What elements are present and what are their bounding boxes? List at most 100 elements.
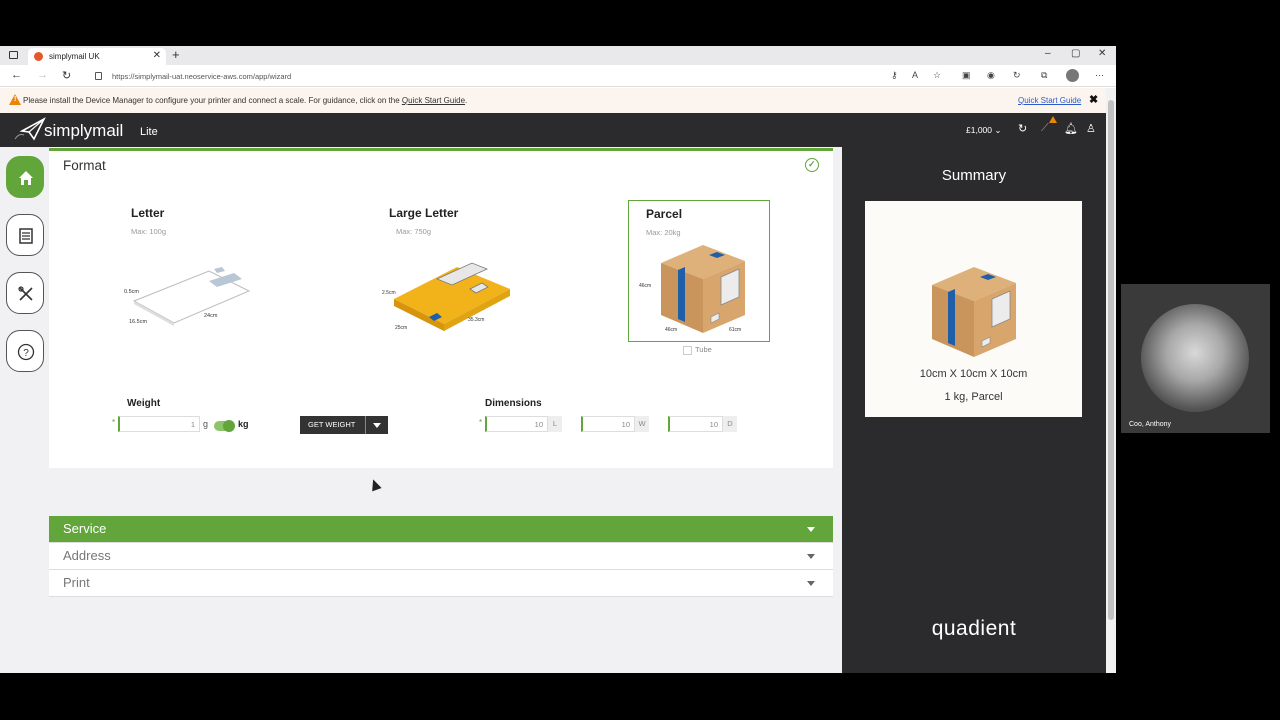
summary-weight-format: 1 kg, Parcel — [944, 391, 1003, 403]
favicon-icon — [34, 52, 43, 61]
address-bar: ← → ↻ https://simplymail-uat.neoservice-… — [0, 65, 1116, 87]
help-icon: ? — [17, 343, 35, 361]
device-manager-banner: ! Please install the Device Manager to c… — [0, 88, 1106, 113]
logo-suffix: Lite — [140, 126, 158, 138]
format-option-parcel[interactable]: Parcel Max: 20kg 46cm 46cm 61cm — [628, 200, 770, 342]
letter-illustration-icon: 0.5cm 24cm 16.5cm — [124, 267, 251, 326]
refresh-icon[interactable]: ↻ — [1018, 122, 1027, 135]
weight-value: 1 — [190, 420, 195, 429]
balance-dropdown[interactable]: £1,000 ⌄ — [966, 125, 1002, 136]
parcel-dim-height: 46cm — [639, 283, 651, 289]
tools-icon — [18, 286, 33, 301]
large-letter-name: Large Letter — [389, 206, 459, 220]
width-input[interactable]: 10 — [581, 416, 635, 432]
key-icon[interactable]: ⚷ — [891, 70, 898, 81]
back-icon[interactable]: ← — [11, 69, 22, 81]
collections-icon[interactable]: ⧉ — [1041, 70, 1047, 81]
quadient-logo: quadient — [931, 617, 1017, 640]
sidebar-help-button[interactable]: ? — [6, 330, 44, 372]
get-weight-dropdown-icon[interactable] — [365, 416, 388, 434]
banner-close-button[interactable]: ✖ — [1089, 93, 1098, 106]
refresh-extension-icon[interactable]: ↻ — [1013, 70, 1021, 81]
print-expand-icon — [807, 581, 815, 586]
tube-checkbox[interactable]: Tube — [683, 345, 712, 355]
logo-wordmark: simplymail — [44, 121, 124, 140]
page-scrollbar[interactable] — [1106, 88, 1116, 673]
paper-plane-icon — [14, 117, 46, 141]
warning-icon: ! — [9, 94, 21, 105]
user-account-icon[interactable]: ♙ — [1086, 122, 1096, 135]
printer-status-icon[interactable]: ⟋ — [1041, 122, 1049, 135]
sidebar-history-button[interactable] — [6, 214, 44, 256]
depth-input[interactable]: 10 — [668, 416, 723, 432]
sidebar-tools-button[interactable] — [6, 272, 44, 314]
screen: simplymail UK ✕ + – ▢ ✕ ← → ↻ https://si… — [0, 0, 1280, 720]
service-expand-icon — [807, 527, 815, 532]
home-icon — [19, 171, 33, 185]
large-letter-dim-width: 25cm — [395, 325, 407, 331]
print-section-header[interactable]: Print — [49, 570, 833, 597]
large-letter-dim-height: 2.5cm — [382, 290, 396, 296]
read-aloud-icon[interactable]: A — [912, 70, 918, 80]
url-field[interactable]: https://simplymail-uat.neoservice-aws.co… — [88, 68, 888, 84]
parcel-dim-width: 46cm — [665, 327, 677, 333]
length-unit: L — [548, 416, 562, 432]
letter-dim-length: 24cm — [204, 313, 218, 319]
webcam-participant-name: Coo, Anthony — [1129, 421, 1172, 428]
get-weight-button[interactable]: GET WEIGHT — [300, 416, 388, 434]
scrollbar-thumb[interactable] — [1108, 100, 1114, 620]
quick-start-guide-link[interactable]: Quick Start Guide — [1018, 96, 1081, 105]
extension-icon-2[interactable]: ◉ — [987, 70, 995, 81]
summary-parcel-icon — [932, 267, 1016, 357]
length-input[interactable]: 10 — [485, 416, 548, 432]
more-icon[interactable]: ⋯ — [1095, 70, 1104, 81]
new-tab-button[interactable]: + — [172, 47, 180, 62]
weight-input[interactable]: 1 — [118, 416, 200, 432]
address-title: Address — [63, 548, 111, 563]
format-option-large-letter[interactable]: Large Letter Max: 750g 2.5cm 35.3cm 25cm — [379, 201, 519, 341]
format-title: Format — [63, 158, 106, 173]
banner-guide-link[interactable]: Quick Start Guide — [402, 96, 465, 105]
close-window-button[interactable]: ✕ — [1098, 48, 1106, 59]
app-header: simplymail Lite £1,000 ⌄ ↻ ⟋ 🔔︎ ♙ — [0, 113, 1106, 147]
forward-icon[interactable]: → — [37, 69, 48, 81]
service-section-header[interactable]: Service — [49, 516, 833, 543]
banner-message: Please install the Device Manager to con… — [23, 96, 467, 105]
sidebar-home-button[interactable] — [6, 156, 44, 198]
letter-dim-width: 16.5cm — [129, 319, 147, 325]
profile-avatar[interactable] — [1066, 69, 1079, 82]
large-letter-max: Max: 750g — [396, 227, 432, 236]
browser-tab[interactable]: simplymail UK ✕ — [28, 48, 166, 65]
simplymail-logo[interactable]: simplymail Lite — [14, 117, 158, 143]
url-text: https://simplymail-uat.neoservice-aws.co… — [112, 72, 292, 81]
minimize-button[interactable]: – — [1045, 48, 1051, 59]
large-letter-dim-length: 35.3cm — [468, 317, 484, 323]
notification-bell-icon[interactable]: 🔔︎ — [1064, 122, 1078, 135]
weight-label: Weight — [127, 398, 161, 409]
tab-title: simplymail UK — [49, 52, 100, 61]
window-menu-icon[interactable] — [9, 51, 18, 59]
extension-icon[interactable]: ▣ — [962, 70, 971, 81]
large-letter-illustration-icon: 2.5cm 35.3cm 25cm — [382, 262, 510, 331]
favorite-icon[interactable]: ☆ — [933, 70, 941, 81]
width-unit: W — [635, 416, 649, 432]
weight-unit-g: g — [203, 419, 209, 429]
alert-badge-icon — [1049, 116, 1057, 123]
format-section: Format ✓ Letter Max: 100g 0.5cm 24cm 16.… — [49, 148, 833, 468]
browser-window: simplymail UK ✕ + – ▢ ✕ ← → ↻ https://si… — [0, 46, 1116, 673]
letter-max: Max: 100g — [131, 227, 167, 236]
maximize-button[interactable]: ▢ — [1071, 48, 1080, 59]
reload-icon[interactable]: ↻ — [62, 69, 71, 82]
webcam-overlay: Coo, Anthony — [1121, 284, 1270, 433]
tab-close-icon[interactable]: ✕ — [153, 50, 161, 61]
tube-checkbox-box[interactable] — [683, 345, 692, 355]
address-section-header[interactable]: Address — [49, 543, 833, 570]
parcel-max: Max: 20kg — [646, 228, 681, 237]
svg-text:?: ? — [23, 348, 29, 359]
format-option-letter[interactable]: Letter Max: 100g 0.5cm 24cm 16.5cm — [119, 201, 259, 331]
parcel-illustration-icon: 46cm 46cm 61cm — [639, 245, 745, 333]
summary-dimensions: 10cm X 10cm X 10cm — [919, 368, 1028, 380]
parcel-name: Parcel — [646, 207, 683, 221]
balance-value: £1,000 — [966, 125, 992, 135]
weight-unit-toggle[interactable] — [214, 420, 235, 432]
